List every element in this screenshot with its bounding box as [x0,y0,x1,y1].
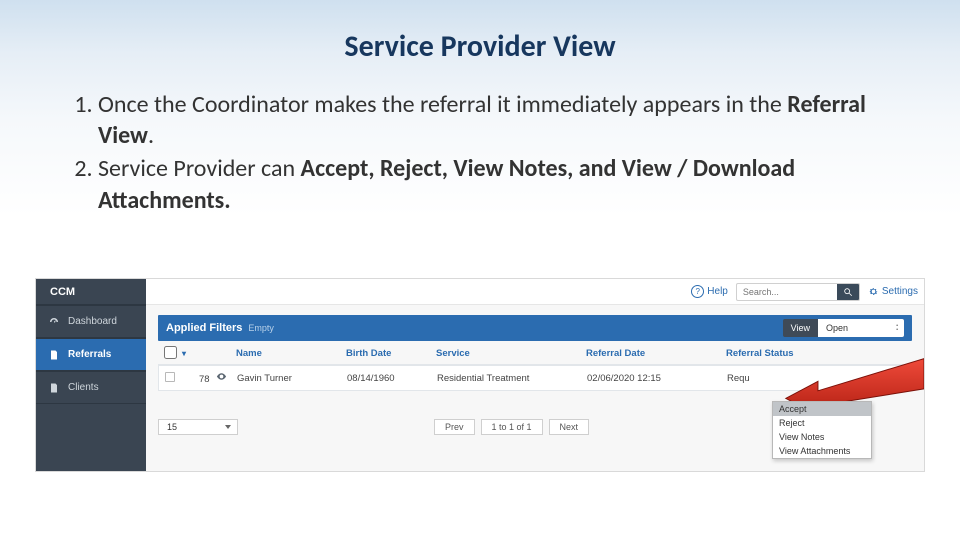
search-button[interactable] [837,283,859,301]
row-birth-date: 08/14/1960 [347,373,437,384]
eye-icon[interactable] [216,374,227,385]
brand: CCM [36,279,146,305]
text: Once the Coordinator makes the referral … [98,90,787,119]
page-title: Service Provider View [0,0,960,65]
row-actions-dropdown: Accept Reject View Notes View Attachment… [772,401,872,459]
search-input[interactable] [737,287,837,297]
header-referral-date[interactable]: Referral Date [586,348,726,359]
instruction-item-2: Service Provider can Accept, Reject, Vie… [98,153,902,215]
action-reject[interactable]: Reject [773,416,871,430]
search-wrap [736,283,860,301]
gauge-icon [48,316,60,328]
row-checkbox[interactable] [165,372,175,382]
page-range: 1 to 1 of 1 [481,419,543,435]
sidebar-item-label: Dashboard [68,316,117,327]
applied-filters-bar: Applied Filters Empty View Open [158,315,912,341]
select-all-checkbox[interactable] [164,346,177,359]
row-referral-date: 02/06/2020 12:15 [587,373,727,384]
content: Applied Filters Empty View Open ▾ Name B… [146,305,924,471]
view-value: Open [818,319,904,337]
row-id: 78 [197,371,237,385]
nav: Dashboard Referrals Clients [36,305,146,404]
sidebar-item-dashboard[interactable]: Dashboard [36,305,146,338]
row-service: Residential Treatment [437,373,587,384]
document-icon [48,382,60,394]
instruction-item-1: Once the Coordinator makes the referral … [98,89,902,151]
row-name: Gavin Turner [237,373,347,384]
sidebar-item-label: Clients [68,382,99,393]
chevron-down-icon[interactable]: ▾ [182,349,196,358]
app-screenshot: CCM Dashboard Referrals Clients [35,278,925,472]
action-accept[interactable]: Accept [773,402,871,416]
settings-link[interactable]: Settings [868,286,918,297]
header-birth-date[interactable]: Birth Date [346,348,436,359]
page-size-select[interactable]: 15 [158,419,238,435]
table-row[interactable]: 78 Gavin Turner 08/14/1960 Residential T… [158,365,912,391]
gear-icon [868,286,879,297]
search-icon [843,287,853,297]
filters-title: Applied Filters [166,322,242,334]
help-link[interactable]: Help [691,285,728,298]
text: . [148,121,154,150]
settings-label: Settings [882,286,918,297]
prev-button[interactable]: Prev [434,419,475,435]
text: Service Provider can [98,154,301,183]
header-referral-status[interactable]: Referral Status [726,348,906,359]
header-name[interactable]: Name [236,348,346,359]
view-label: View [783,319,818,337]
sidebar-item-label: Referrals [68,349,111,360]
topbar: Help Settings [146,279,924,305]
row-referral-status: Requ [727,373,905,384]
sidebar: CCM Dashboard Referrals Clients [36,279,146,471]
view-select[interactable]: View Open [783,319,904,337]
next-button[interactable]: Next [549,419,590,435]
sidebar-item-referrals[interactable]: Referrals [36,338,146,371]
table-headers: ▾ Name Birth Date Service Referral Date … [158,343,912,365]
document-icon [48,349,60,361]
sidebar-item-clients[interactable]: Clients [36,371,146,404]
instruction-list: Once the Coordinator makes the referral … [58,89,902,216]
action-view-notes[interactable]: View Notes [773,430,871,444]
action-view-attachments[interactable]: View Attachments [773,444,871,458]
header-service[interactable]: Service [436,348,586,359]
filters-empty: Empty [248,323,274,333]
